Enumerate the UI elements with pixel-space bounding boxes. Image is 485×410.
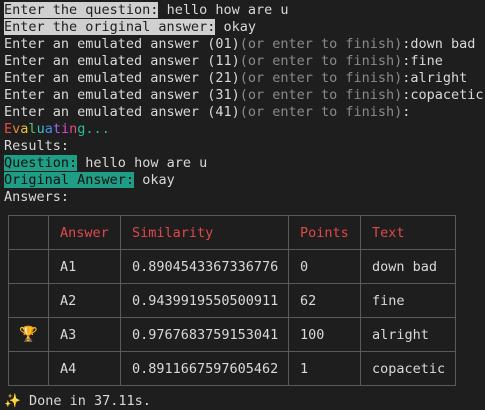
sparkles-icon: ✨ <box>4 393 21 409</box>
row-answer: A3 <box>48 317 121 352</box>
evaluating-char: v <box>12 121 21 137</box>
emulated-answer-hint: (or enter to finish) <box>239 53 403 69</box>
emulated-answer-value: copacetic <box>410 87 484 103</box>
emulated-answer-label: Enter an emulated answer (31) <box>4 87 240 103</box>
results-question-label: Question: <box>4 155 78 171</box>
row-similarity: 0.9439919550500911 <box>120 283 289 318</box>
emulated-answer-label: Enter an emulated answer (21) <box>4 70 240 86</box>
table-row: A2 0.9439919550500911 62 fine <box>8 283 456 318</box>
done-text: Done in 37.11s. <box>20 393 151 409</box>
emulated-answer-colon: : <box>402 104 411 120</box>
table-row: A4 0.8911667597605462 1 copacetic <box>8 351 456 386</box>
emulated-answer-label: Enter an emulated answer (11) <box>4 53 240 69</box>
table-header-row: Answer Similarity Points Text <box>8 215 456 250</box>
emulated-answer-line: Enter an emulated answer (21)(or enter t… <box>4 70 485 87</box>
evaluating-char: . <box>101 121 110 137</box>
original-answer-prompt-line: Enter the original answer: okay <box>4 19 485 36</box>
row-text: fine <box>360 283 456 318</box>
row-answer: A2 <box>48 283 121 318</box>
results-original-value: okay <box>142 172 175 188</box>
table-header-similarity: Similarity <box>120 215 289 250</box>
evaluating-char: g <box>77 121 86 137</box>
done-line: ✨ Done in 37.11s. <box>4 393 151 410</box>
row-points: 62 <box>288 283 361 318</box>
terminal-output: Enter the question: hello how are u Ente… <box>4 2 485 206</box>
emulated-answer-value: alright <box>410 70 468 86</box>
evaluating-char: t <box>52 121 61 137</box>
trophy-icon: 🏆 <box>19 324 38 343</box>
row-points: 100 <box>288 317 361 352</box>
results-question-value: hello how are u <box>85 155 208 171</box>
evaluating-char: E <box>4 121 13 137</box>
row-text: down bad <box>360 249 456 284</box>
row-similarity: 0.8911667597605462 <box>120 351 289 386</box>
emulated-answer-hint: (or enter to finish) <box>239 36 403 52</box>
row-text: alright <box>360 317 456 352</box>
emulated-answer-hint: (or enter to finish) <box>239 104 403 120</box>
original-answer-prompt-label: Enter the original answer: <box>4 19 216 35</box>
results-original-label: Original Answer: <box>4 172 135 188</box>
evaluating-char: . <box>93 121 102 137</box>
evaluating-char: u <box>36 121 45 137</box>
row-icon-cell <box>8 249 49 284</box>
emulated-answer-line: Enter an emulated answer (01)(or enter t… <box>4 36 485 53</box>
row-similarity: 0.9767683759153041 <box>120 317 289 352</box>
table-header-points: Points <box>288 215 361 250</box>
emulated-answer-value: down bad <box>410 36 476 52</box>
emulated-answer-hint: (or enter to finish) <box>239 70 403 86</box>
row-icon-cell: 🏆 <box>8 317 49 352</box>
emulated-answer-label: Enter an emulated answer (01) <box>4 36 240 52</box>
evaluating-char: l <box>28 121 37 137</box>
emulated-answer-line: Enter an emulated answer (31)(or enter t… <box>4 87 485 104</box>
evaluating-char: i <box>60 121 70 137</box>
results-original-line: Original Answer: okay <box>4 172 485 189</box>
original-answer-input-value: okay <box>223 19 256 35</box>
table-header-text: Text <box>360 215 456 250</box>
evaluating-char: n <box>69 121 78 137</box>
results-heading: Results: <box>4 138 70 154</box>
evaluating-char: a <box>44 121 53 137</box>
emulated-answer-line: Enter an emulated answer (11)(or enter t… <box>4 53 485 70</box>
results-question-line: Question: hello how are u <box>4 155 485 172</box>
emulated-answer-line: Enter an emulated answer (41)(or enter t… <box>4 104 485 121</box>
row-points: 0 <box>288 249 361 284</box>
table-row: 🏆 A3 0.9767683759153041 100 alright <box>8 317 456 352</box>
results-table: Answer Similarity Points Text A1 0.89045… <box>8 215 456 386</box>
row-answer: A4 <box>48 351 121 386</box>
question-input-value: hello how are u <box>166 2 289 18</box>
emulated-answer-label: Enter an emulated answer (41) <box>4 104 240 120</box>
table-header-answer: Answer <box>48 215 121 250</box>
row-similarity: 0.8904543367336776 <box>120 249 289 284</box>
row-icon-cell <box>8 351 49 386</box>
row-answer: A1 <box>48 249 121 284</box>
emulated-answer-value: fine <box>410 53 443 69</box>
question-prompt-label: Enter the question: <box>4 2 159 18</box>
row-points: 1 <box>288 351 361 386</box>
evaluating-status: Evaluating... <box>4 121 485 138</box>
row-icon-cell <box>8 283 49 318</box>
table-row: A1 0.8904543367336776 0 down bad <box>8 249 456 284</box>
answers-heading: Answers: <box>4 189 70 205</box>
table-header-icon <box>8 215 49 250</box>
evaluating-char: . <box>85 121 94 137</box>
question-prompt-line: Enter the question: hello how are u <box>4 2 485 19</box>
emulated-answer-hint: (or enter to finish) <box>239 87 403 103</box>
row-text: copacetic <box>360 351 456 386</box>
evaluating-char: a <box>20 121 29 137</box>
